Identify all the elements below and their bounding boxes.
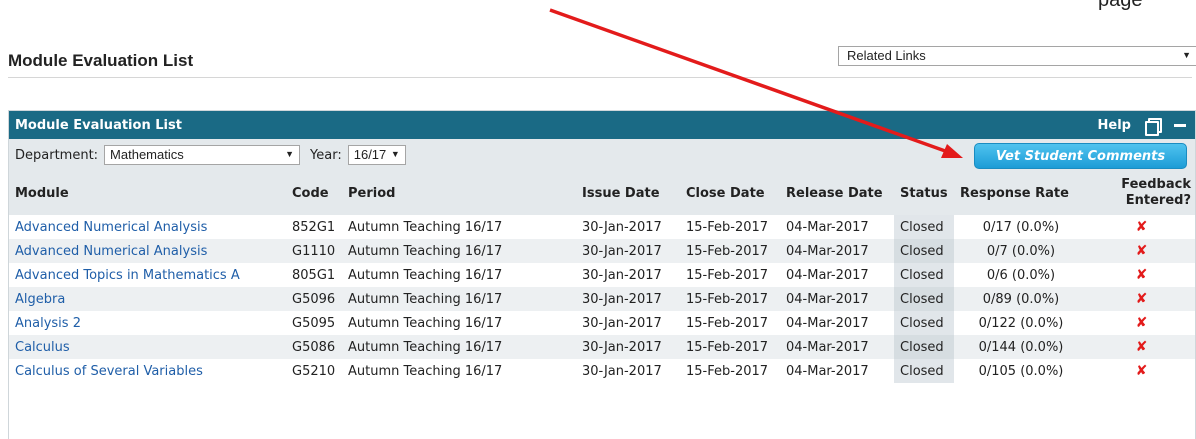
annotation-arrow: [549, 8, 963, 158]
annotation-arrow-line: [549, 8, 949, 154]
annotation-arrow-head: [941, 144, 963, 158]
